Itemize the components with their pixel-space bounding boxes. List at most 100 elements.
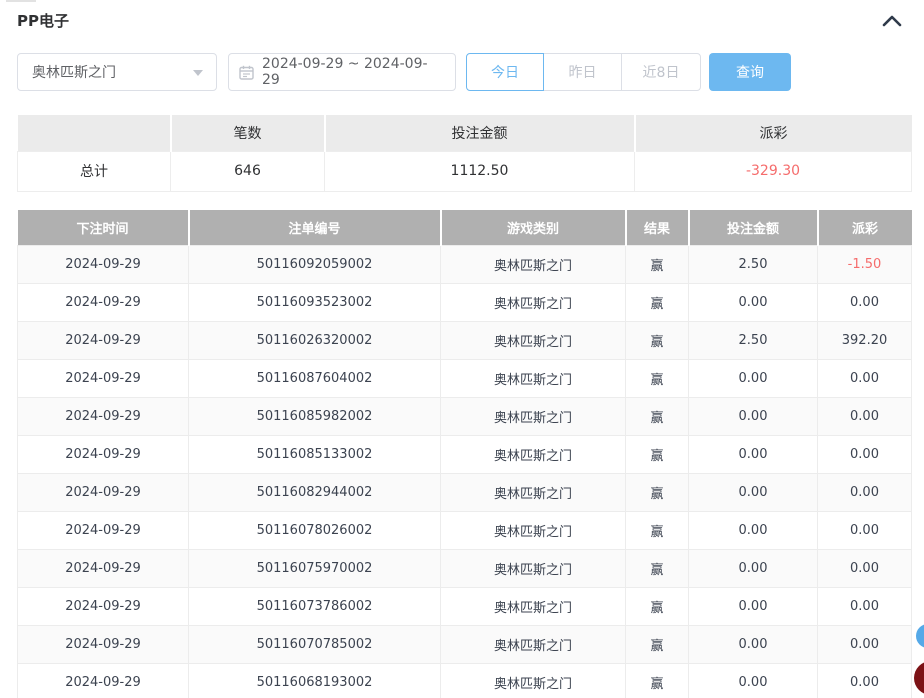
table-row: 2024-09-29 50116085133002 奥林匹斯之门赢 0.00 0.00 [17,435,912,474]
result-cell: 赢 [625,321,689,360]
yesterday-button[interactable]: 昨日 [543,53,622,91]
table-row: 2024-09-29 50116092059002 奥林匹斯之门赢 2.50 -1.50 [17,245,912,284]
result-cell: 赢 [625,397,689,436]
top-edge-divider [6,0,36,2]
table-row: 2024-09-29 50116075970002 奥林匹斯之门赢 0.00 0.00 [17,549,912,588]
bet-id-cell: 50116068193002 [188,663,441,698]
summary-header-count: 笔数 [170,115,326,151]
result-cell: 赢 [625,587,689,626]
payout-cell: 0.00 [817,587,912,626]
result-cell: 赢 [625,549,689,588]
result-cell: 赢 [625,473,689,512]
records-header-result: 结果 [625,209,690,246]
game-select[interactable]: 奥林匹斯之门 [17,53,217,91]
collapse-panel-button[interactable] [880,12,904,30]
payout-cell: 0.00 [817,435,912,474]
bet-amount-cell: 0.00 [688,283,818,322]
bet-id-cell: 50116073786002 [188,587,441,626]
bet-id-cell: 50116093523002 [188,283,441,322]
bet-amount-cell: 0.00 [688,397,818,436]
summary-header-row: 笔数 投注金额 派彩 [17,115,912,151]
bet-id-cell: 50116087604002 [188,359,441,398]
bet-time-cell: 2024-09-29 [17,245,189,284]
filter-bar: 奥林匹斯之门 2024-09-29 ~ 2024-09-29 今日 昨日 近8日… [17,53,907,91]
payout-cell: 392.20 [817,321,912,360]
bet-time-cell: 2024-09-29 [17,283,189,322]
bet-time-cell: 2024-09-29 [17,663,189,698]
game-category-cell: 奥林匹斯之门 [440,473,626,512]
table-row: 2024-09-29 50116073786002 奥林匹斯之门赢 0.00 0.00 [17,587,912,626]
summary-header-bet-amount: 投注金额 [324,115,636,151]
game-category-cell: 奥林匹斯之门 [440,397,626,436]
date-range-value: 2024-09-29 ~ 2024-09-29 [262,56,428,88]
payout-cell: 0.00 [817,473,912,512]
bet-id-cell: 50116092059002 [188,245,441,284]
result-cell: 赢 [625,435,689,474]
records-header-game-category: 游戏类别 [440,209,627,246]
calendar-icon [239,65,254,80]
chevron-up-icon [882,15,902,26]
result-cell: 赢 [625,663,689,698]
floating-action-blue[interactable] [916,624,924,648]
bet-amount-cell: 0.00 [688,663,818,698]
summary-payout-value: -329.30 [634,150,912,192]
records-header-bet-id: 注单编号 [188,209,442,246]
game-category-cell: 奥林匹斯之门 [440,587,626,626]
table-row: 2024-09-29 50116070785002 奥林匹斯之门赢 0.00 0.00 [17,625,912,664]
today-button[interactable]: 今日 [466,53,544,91]
table-row: 2024-09-29 50116068193002 奥林匹斯之门赢 0.00 0.00 [17,663,912,698]
bet-id-cell: 50116075970002 [188,549,441,588]
result-cell: 赢 [625,245,689,284]
summary-header-payout: 派彩 [634,115,912,151]
game-category-cell: 奥林匹斯之门 [440,663,626,698]
bet-amount-cell: 0.00 [688,587,818,626]
bet-amount-cell: 0.00 [688,435,818,474]
payout-cell: 0.00 [817,359,912,398]
table-row: 2024-09-29 50116087604002 奥林匹斯之门赢 0.00 0.00 [17,359,912,398]
bet-id-cell: 50116085133002 [188,435,441,474]
bet-time-cell: 2024-09-29 [17,435,189,474]
panel-header: PP电子 [0,0,924,31]
floating-action-red[interactable] [914,661,924,695]
bet-time-cell: 2024-09-29 [17,625,189,664]
bet-amount-cell: 0.00 [688,549,818,588]
summary-total-label: 总计 [17,150,171,192]
game-category-cell: 奥林匹斯之门 [440,435,626,474]
summary-total-row: 总计 646 1112.50 -329.30 [17,150,912,192]
records-header-row: 下注时间 注单编号 游戏类别 结果 投注金额 派彩 [17,209,912,246]
search-button[interactable]: 查询 [709,53,791,91]
game-select-value: 奥林匹斯之门 [32,65,116,81]
records-header-payout: 派彩 [817,209,912,246]
game-category-cell: 奥林匹斯之门 [440,359,626,398]
bet-time-cell: 2024-09-29 [17,511,189,550]
game-category-cell: 奥林匹斯之门 [440,511,626,550]
records-table: 下注时间 注单编号 游戏类别 结果 投注金额 派彩 2024-09-29 5011… [17,209,912,698]
bet-amount-cell: 0.00 [688,625,818,664]
bet-time-cell: 2024-09-29 [17,321,189,360]
records-header-bet-amount: 投注金额 [688,209,819,246]
table-row: 2024-09-29 50116093523002 奥林匹斯之门赢 0.00 0.00 [17,283,912,322]
bet-time-cell: 2024-09-29 [17,397,189,436]
summary-header-empty [17,115,172,151]
result-cell: 赢 [625,359,689,398]
quick-date-button-group: 今日 昨日 近8日 [466,53,701,91]
payout-cell: 0.00 [817,397,912,436]
pp-records-panel: PP电子 奥林匹斯之门 2024-09-29 ~ 2024-09-29 今日 昨… [0,0,924,698]
summary-count-value: 646 [170,150,325,192]
date-range-input[interactable]: 2024-09-29 ~ 2024-09-29 [228,53,456,91]
game-category-cell: 奥林匹斯之门 [440,283,626,322]
bet-time-cell: 2024-09-29 [17,359,189,398]
bet-amount-cell: 0.00 [688,511,818,550]
table-row: 2024-09-29 50116082944002 奥林匹斯之门赢 0.00 0.00 [17,473,912,512]
game-category-cell: 奥林匹斯之门 [440,321,626,360]
bet-time-cell: 2024-09-29 [17,587,189,626]
table-row: 2024-09-29 50116085982002 奥林匹斯之门赢 0.00 0.00 [17,397,912,436]
bet-amount-cell: 2.50 [688,245,818,284]
game-category-cell: 奥林匹斯之门 [440,625,626,664]
game-category-cell: 奥林匹斯之门 [440,549,626,588]
records-table-body: 2024-09-29 50116092059002 奥林匹斯之门赢 2.50 -1.50… [17,245,912,698]
bet-amount-cell: 0.00 [688,473,818,512]
last-8-days-button[interactable]: 近8日 [621,53,701,91]
bet-id-cell: 50116070785002 [188,625,441,664]
result-cell: 赢 [625,511,689,550]
